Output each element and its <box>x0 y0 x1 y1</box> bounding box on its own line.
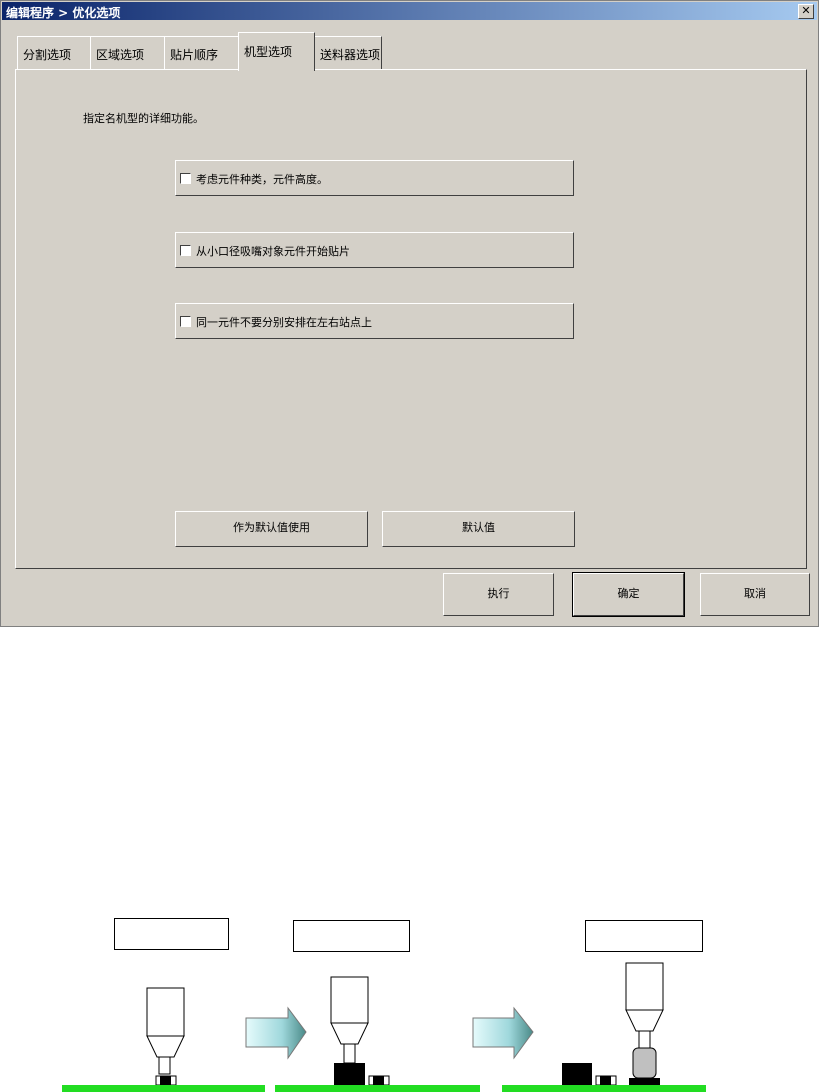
title-bar: 编辑程序 > 优化选项 ✕ <box>2 2 817 20</box>
panel-description: 指定名机型的详细功能。 <box>83 112 204 125</box>
stage-1-nozzle-icon <box>146 987 185 1086</box>
use-as-default-button[interactable]: 作为默认值使用 <box>175 511 368 547</box>
stage-2-nozzle-icon <box>330 976 390 1086</box>
caption-box-1 <box>114 918 229 950</box>
tab-placement-order[interactable]: 贴片顺序 <box>164 36 239 70</box>
option-start-small-nozzle[interactable]: 从小口径吸嘴对象元件开始贴片 <box>175 232 574 268</box>
tab-split-options[interactable]: 分割选项 <box>17 36 91 70</box>
pcb-board-3 <box>502 1085 706 1092</box>
option-consider-component-type-height[interactable]: 考虑元件种类，元件高度。 <box>175 160 574 196</box>
optimize-options-dialog: 编辑程序 > 优化选项 ✕ 分割选项 区域选项 贴片顺序 机型选项 送料器选项 … <box>0 0 819 627</box>
ok-button[interactable]: 确定 <box>572 572 685 617</box>
option-label: 从小口径吸嘴对象元件开始贴片 <box>196 245 350 258</box>
close-icon[interactable]: ✕ <box>798 4 814 19</box>
tab-region-options[interactable]: 区域选项 <box>90 36 165 70</box>
execute-button[interactable]: 执行 <box>443 573 554 616</box>
cancel-button[interactable]: 取消 <box>700 573 810 616</box>
tab-machine-options[interactable]: 机型选项 <box>238 32 315 71</box>
checkbox[interactable] <box>180 316 191 327</box>
option-label: 考虑元件种类，元件高度。 <box>196 173 328 186</box>
window-title: 编辑程序 > 优化选项 <box>6 6 121 20</box>
option-same-part-same-station[interactable]: 同一元件不要分别安排在左右站点上 <box>175 303 574 339</box>
stage-3-nozzle-icon <box>562 962 664 1086</box>
pcb-board-1 <box>62 1085 265 1092</box>
checkbox[interactable] <box>180 173 191 184</box>
checkbox[interactable] <box>180 245 191 256</box>
caption-box-2 <box>293 920 410 952</box>
default-button[interactable]: 默认值 <box>382 511 575 547</box>
option-label: 同一元件不要分别安排在左右站点上 <box>196 316 372 329</box>
tab-feeder-options[interactable]: 送料器选项 <box>314 36 382 70</box>
arrow-icon <box>472 1006 534 1060</box>
nozzle-placement-diagram <box>62 962 706 1092</box>
pcb-board-2 <box>275 1085 480 1092</box>
caption-box-3 <box>585 920 703 952</box>
arrow-icon <box>245 1006 307 1060</box>
